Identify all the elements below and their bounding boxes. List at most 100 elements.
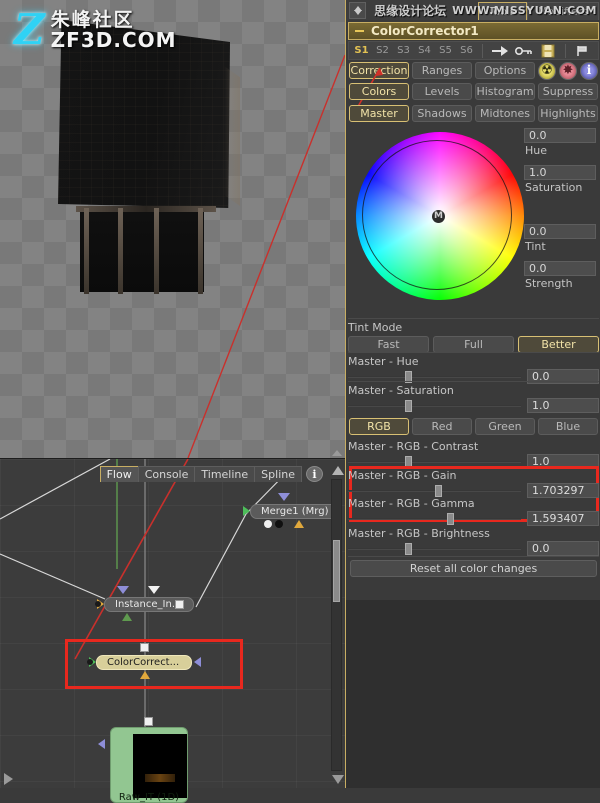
arrow-right-icon[interactable] — [489, 43, 511, 59]
tool-inspector-panel: Tools Modifiers 思缘设计论坛 WWW.MISSYUAN.COM … — [325, 0, 600, 788]
color-wheel-area[interactable]: M — [325, 101, 555, 331]
tab-levels[interactable]: Levels — [412, 83, 472, 100]
divider — [565, 43, 566, 58]
state-button-s1[interactable]: S1 — [352, 43, 371, 58]
instance-output-marker-icon — [122, 613, 132, 621]
merge-node-dots — [264, 520, 283, 528]
info-icon[interactable]: i — [306, 466, 323, 482]
saturation-label: Saturation — [525, 181, 583, 194]
spinner-control[interactable] — [349, 2, 366, 19]
state-button-bar[interactable]: S1 S2 S3 S4 S5 S6 — [348, 41, 599, 60]
rgb-gain-label: Master - RGB - Gain — [348, 469, 457, 482]
node-merge1[interactable]: Merge1 (Mrg) — [250, 504, 342, 519]
rgb-brightness-slider-knob[interactable] — [405, 543, 413, 555]
channel-tab-row[interactable]: RGB Red Green Blue — [348, 418, 599, 435]
tab-spline[interactable]: Spline — [254, 466, 302, 482]
node-raw-it-label: Raw_IT (1D) — [118, 792, 180, 803]
node-square-handle[interactable] — [175, 600, 184, 609]
key-icon[interactable] — [513, 43, 535, 59]
save-icon[interactable] — [537, 43, 559, 59]
rgb-gamma-slider-knob[interactable] — [446, 513, 454, 525]
scrollbar-thumb[interactable] — [333, 540, 340, 602]
viewer-panel[interactable]: Z 朱峰社区 ZF3D.COM — [0, 0, 345, 458]
saturation-value-field[interactable]: 1.0 — [524, 165, 596, 180]
watermark-left: Z 朱峰社区 ZF3D.COM — [14, 9, 177, 51]
node-colorcorrector[interactable]: ColorCorrect... — [96, 655, 193, 670]
tab-suppress[interactable]: Suppress — [538, 83, 598, 100]
state-button-s3[interactable]: S3 — [394, 43, 413, 58]
tint-mode-full[interactable]: Full — [433, 336, 514, 353]
master-saturation-label: Master - Saturation — [348, 384, 454, 397]
tool-title-bar[interactable]: ColorCorrector1 — [348, 22, 599, 40]
node-square-handle[interactable] — [144, 717, 153, 726]
reset-all-color-changes-button[interactable]: Reset all color changes — [350, 560, 597, 577]
rgb-brightness-slider-track[interactable] — [348, 542, 521, 555]
master-hue-label: Master - Hue — [348, 355, 419, 368]
node-square-handle[interactable] — [140, 643, 149, 652]
node-raw-it[interactable]: Raw_IT (1D) — [110, 727, 188, 803]
master-tab-row[interactable]: Master Shadows Midtones Highlights — [348, 105, 599, 122]
node-output-arrow-icon — [98, 739, 105, 749]
tab-timeline[interactable]: Timeline — [194, 466, 256, 482]
tab-highlights[interactable]: Highlights — [538, 105, 598, 122]
state-button-s6[interactable]: S6 — [457, 43, 476, 58]
rgb-gamma-value[interactable]: 1.593407 — [527, 511, 599, 526]
wheel-parameter-fields: 0.0 Hue 1.0 Saturation 0.0 Tint 0.0 Stre… — [524, 128, 599, 298]
rgb-brightness-value[interactable]: 0.0 — [527, 541, 599, 556]
master-saturation-slider-track[interactable] — [348, 399, 521, 412]
rgb-contrast-label: Master - RGB - Contrast — [348, 440, 479, 453]
tab-shadows[interactable]: Shadows — [412, 105, 472, 122]
panel-empty-area — [346, 600, 600, 788]
rgb-gain-slider-track[interactable] — [348, 484, 521, 497]
scroll-down-arrow-icon[interactable] — [332, 775, 344, 784]
flow-vertical-scrollbar[interactable] — [331, 466, 344, 784]
tab-blue[interactable]: Blue — [538, 418, 598, 435]
state-button-s4[interactable]: S4 — [415, 43, 434, 58]
tab-green[interactable]: Green — [475, 418, 535, 435]
tab-histogram[interactable]: Histogram — [475, 83, 535, 100]
tool-title: ColorCorrector1 — [371, 24, 479, 38]
strength-value-field[interactable]: 0.0 — [524, 261, 596, 276]
rgb-brightness-section: Master - RGB - Brightness 0.0 — [348, 527, 599, 556]
scroll-left-arrow-icon[interactable] — [4, 773, 13, 785]
tab-rgb[interactable]: RGB — [349, 418, 409, 435]
master-saturation-value[interactable]: 1.0 — [527, 398, 599, 413]
state-button-s5[interactable]: S5 — [436, 43, 455, 58]
tint-mode-better[interactable]: Better — [518, 336, 599, 353]
pin-icon[interactable] — [572, 43, 594, 59]
node-dot-icon — [95, 601, 101, 607]
tint-mode-section: Tint Mode Fast Full Better — [348, 321, 599, 353]
master-saturation-section: Master - Saturation 1.0 — [348, 384, 599, 413]
instance-input-marker-icon — [117, 586, 129, 594]
hue-value-field[interactable]: 0.0 — [524, 128, 596, 143]
color-wheel-marker[interactable]: M — [432, 210, 445, 223]
watermark-left-chinese: 朱峰社区 — [50, 9, 135, 31]
tint-label: Tint — [525, 240, 546, 253]
collapse-icon[interactable] — [355, 30, 364, 32]
divider — [348, 556, 599, 557]
divider — [348, 381, 599, 382]
tab-midtones[interactable]: Midtones — [475, 105, 535, 122]
rgb-gain-slider-knob[interactable] — [434, 485, 442, 497]
tint-value-field[interactable]: 0.0 — [524, 224, 596, 239]
colors-tab-row[interactable]: Colors Levels Histogram Suppress — [348, 83, 599, 100]
rgb-gamma-slider-track[interactable] — [348, 512, 521, 525]
flow-tab-bar[interactable]: Flow Console Timeline Spline i — [99, 465, 323, 482]
scroll-up-arrow-icon[interactable] — [332, 466, 344, 475]
tab-red[interactable]: Red — [412, 418, 472, 435]
flow-panel[interactable]: Flow Console Timeline Spline i Merge1 (M… — [0, 458, 345, 803]
tab-flow[interactable]: Flow — [99, 466, 139, 482]
rgb-gain-value[interactable]: 1.703297 — [527, 483, 599, 498]
tint-mode-fast[interactable]: Fast — [348, 336, 429, 353]
rgb-gamma-label: Master - RGB - Gamma — [348, 497, 475, 510]
tab-master[interactable]: Master — [349, 105, 409, 122]
merge-output-marker-icon — [294, 520, 304, 528]
tab-console[interactable]: Console — [137, 466, 196, 482]
tab-colors[interactable]: Colors — [349, 83, 409, 100]
3d-model-preview — [58, 16, 240, 294]
state-button-s2[interactable]: S2 — [373, 43, 392, 58]
node-dot-icon — [87, 659, 93, 665]
master-saturation-slider-knob[interactable] — [405, 400, 413, 412]
viewer-corner-handle[interactable] — [332, 450, 342, 456]
divider — [348, 352, 599, 353]
